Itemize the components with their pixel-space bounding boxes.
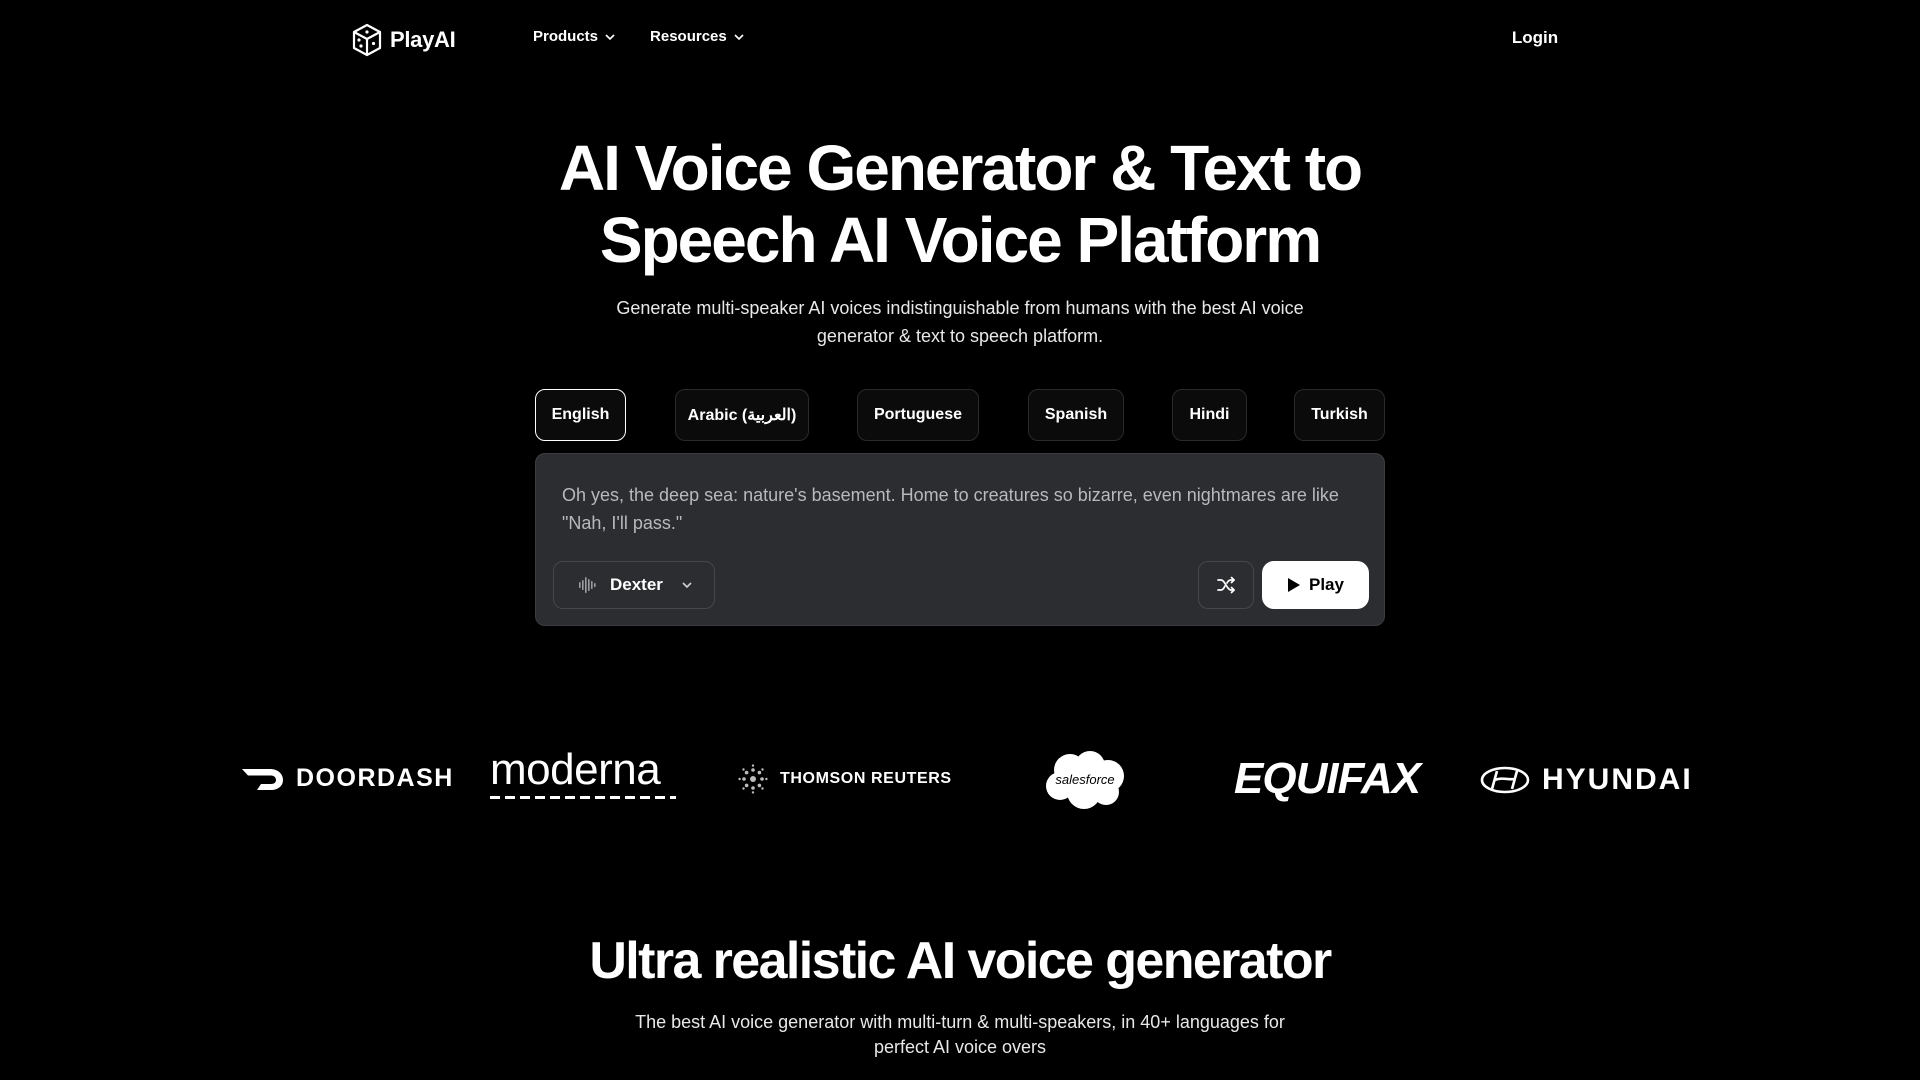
hyundai-logo: HYUNDAI: [1480, 763, 1693, 797]
play-icon: [1288, 578, 1300, 592]
login-link[interactable]: Login: [1500, 28, 1570, 48]
salesforce-logo: salesforce: [1040, 748, 1130, 812]
shuffle-icon: [1217, 576, 1235, 594]
section-subtitle-line2: perfect AI voice overs: [873, 1037, 1047, 1057]
salesforce-cloud-icon: salesforce: [1046, 751, 1124, 809]
page: PlayAI Products Resources Login AI Voice…: [0, 0, 1920, 1080]
chevron-down-icon: [605, 33, 615, 40]
tab-spanish[interactable]: Spanish: [1028, 389, 1124, 441]
doordash-logo: DOORDASH: [242, 764, 454, 793]
hyundai-h-icon: [1480, 766, 1530, 794]
nav-products[interactable]: Products: [533, 28, 616, 45]
chevron-down-icon: [682, 582, 692, 589]
hyundai-wordmark: HYUNDAI: [1542, 763, 1693, 796]
equifax-wordmark: EQUIFAX: [1234, 754, 1421, 803]
main-menu: Products Resources: [533, 28, 745, 45]
hero-subtitle-line1: Generate multi-speaker AI voices indisti…: [616, 298, 1304, 318]
shuffle-button[interactable]: [1198, 561, 1254, 609]
thomson-reuters-wordmark: THOMSON REUTERS: [780, 770, 952, 787]
hero-title-line1: AI Voice Generator & Text to: [558, 132, 1363, 204]
hero-subtitle: Generate multi-speaker AI voices indisti…: [560, 294, 1360, 350]
tts-panel: Oh yes, the deep sea: nature's basement.…: [535, 453, 1385, 626]
thomson-reuters-logo: THOMSON REUTERS: [738, 764, 952, 794]
reuters-dot-globe-icon: [738, 764, 768, 794]
nav-resources-label: Resources: [650, 28, 727, 45]
doordash-mark-icon: [242, 768, 283, 790]
moderna-wordmark: moderna: [490, 745, 661, 794]
language-tabs: English Arabic (العربية) Portuguese Span…: [535, 389, 1385, 441]
section-subtitle-line1: The best AI voice generator with multi-t…: [635, 1012, 1285, 1032]
customer-logos: DOORDASH moderna THOMSON REUTERS salesfo…: [0, 730, 1920, 830]
brand-logo[interactable]: PlayAI: [350, 22, 456, 58]
tts-text-input[interactable]: Oh yes, the deep sea: nature's basement.…: [562, 481, 1362, 537]
nav-products-label: Products: [533, 28, 599, 45]
tab-portuguese[interactable]: Portuguese: [857, 389, 979, 441]
nav-resources[interactable]: Resources: [650, 28, 745, 45]
waveform-icon: [579, 577, 596, 593]
tab-turkish[interactable]: Turkish: [1294, 389, 1385, 441]
hero-subtitle-line2: generator & text to speech platform.: [816, 326, 1104, 346]
section-title: Ultra realistic AI voice generator: [589, 932, 1332, 990]
section-subtitle: The best AI voice generator with multi-t…: [560, 1010, 1360, 1060]
voice-name: Dexter: [610, 575, 663, 594]
tab-english[interactable]: English: [535, 389, 626, 441]
top-nav: PlayAI Products Resources Login: [0, 0, 1920, 80]
hero-title: AI Voice Generator & Text to Speech AI V…: [460, 132, 1460, 276]
chevron-down-icon: [734, 33, 744, 40]
equifax-logo: EQUIFAX: [1234, 754, 1421, 804]
doordash-wordmark: DOORDASH: [296, 764, 454, 792]
moderna-logo: moderna: [490, 748, 676, 799]
tab-arabic[interactable]: Arabic (العربية): [675, 389, 809, 441]
hero-title-line2: Speech AI Voice Platform: [599, 204, 1322, 276]
brand-name: PlayAI: [390, 27, 456, 52]
cube-dice-icon: [350, 23, 384, 57]
moderna-underline: [490, 796, 676, 799]
play-label: Play: [1309, 575, 1344, 594]
play-button[interactable]: Play: [1262, 561, 1369, 609]
tab-hindi[interactable]: Hindi: [1172, 389, 1247, 441]
voice-selector[interactable]: Dexter: [553, 561, 715, 609]
salesforce-wordmark: salesforce: [1055, 772, 1114, 787]
